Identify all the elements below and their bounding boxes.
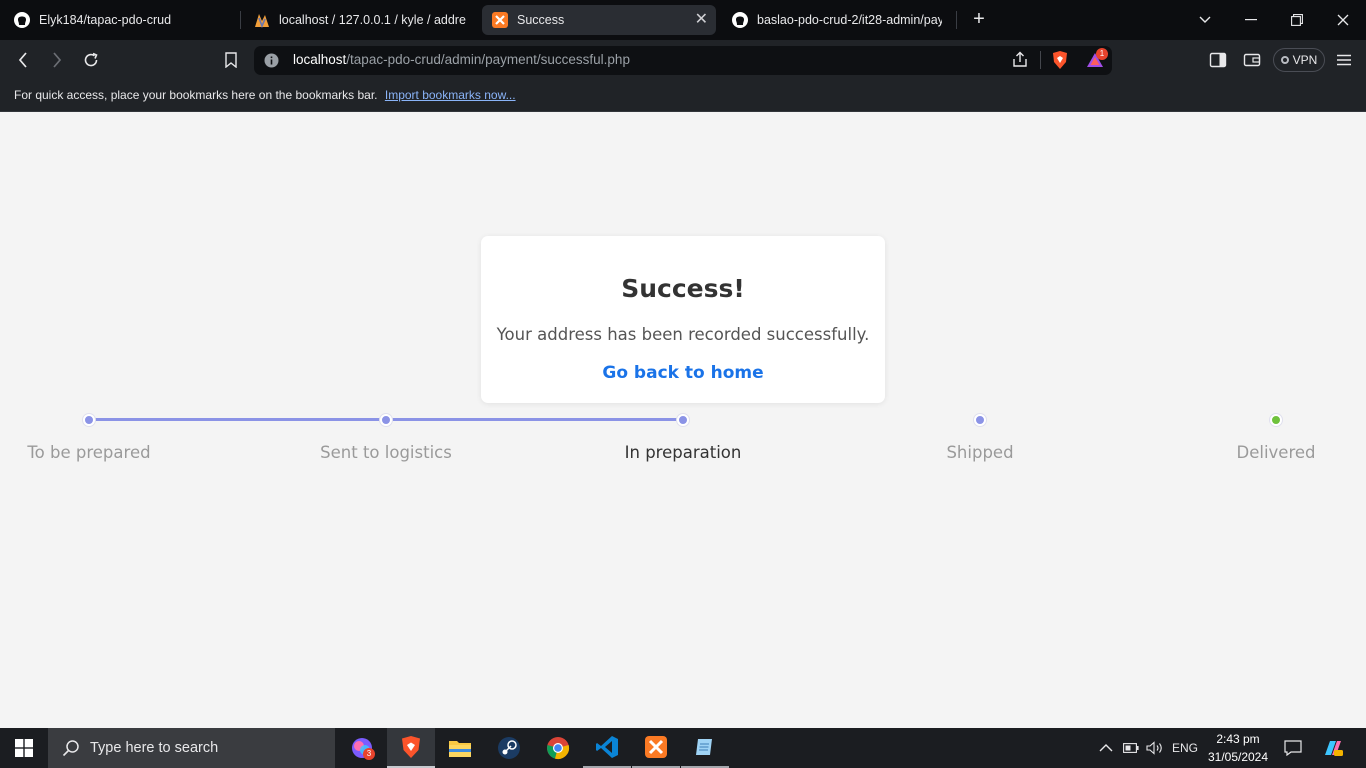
taskbar-search-box[interactable]: Type here to search xyxy=(48,728,335,768)
github-icon xyxy=(732,12,748,28)
notifications-button[interactable] xyxy=(1284,728,1302,768)
progress-connector xyxy=(89,418,386,421)
step-dot-delivered xyxy=(1270,414,1282,426)
taskbar-steam[interactable] xyxy=(485,728,533,768)
new-tab-button[interactable]: + xyxy=(968,8,990,30)
search-placeholder: Type here to search xyxy=(90,740,219,756)
step-label-delivered: Delivered xyxy=(1236,443,1316,462)
bookmark-icon[interactable] xyxy=(221,50,241,70)
close-tab-icon[interactable]: ✕ xyxy=(695,11,708,29)
show-hidden-icons[interactable] xyxy=(1099,728,1113,768)
xampp-icon xyxy=(492,12,508,28)
taskbar-xampp[interactable] xyxy=(632,728,680,768)
taskbar-file-explorer[interactable] xyxy=(436,728,484,768)
tab-github-baslao[interactable]: baslao-pdo-crud-2/it28-admin/pay_ xyxy=(722,5,952,35)
back-button[interactable] xyxy=(13,50,33,70)
step-label-shipped: Shipped xyxy=(946,443,1014,462)
brave-shields-icon[interactable] xyxy=(1051,50,1069,70)
step-label-sent-to-logistics: Sent to logistics xyxy=(320,443,452,462)
chevron-up-icon xyxy=(1099,744,1113,752)
step-dot-in-preparation xyxy=(677,414,689,426)
sidebar-toggle-icon[interactable] xyxy=(1209,51,1227,69)
tab-github-repo[interactable]: Elyk184/tapac-pdo-crud xyxy=(4,5,236,35)
tab-success[interactable]: Success ✕ xyxy=(482,5,716,35)
url-path: /tapac-pdo-crud/admin/payment/successful… xyxy=(346,52,630,67)
start-button[interactable] xyxy=(0,728,48,768)
success-message: Your address has been recorded successfu… xyxy=(496,325,870,344)
copilot-badge: 3 xyxy=(363,748,375,760)
tab-separator xyxy=(240,11,241,29)
system-clock[interactable]: 2:43 pm 31/05/2024 xyxy=(1200,730,1276,766)
page-content: Success! Your address has been recorded … xyxy=(0,113,1366,728)
battery-tray[interactable] xyxy=(1123,728,1139,768)
tab-title: Elyk184/tapac-pdo-crud xyxy=(39,13,172,27)
tab-title: localhost / 127.0.0.1 / kyle / addresse xyxy=(279,13,466,27)
taskbar-notepad[interactable] xyxy=(681,728,729,768)
order-progress-tracker: To be prepared Sent to logistics In prep… xyxy=(0,409,1366,469)
volume-tray[interactable] xyxy=(1146,728,1164,768)
step-dot-sent-to-logistics xyxy=(380,414,392,426)
step-label-to-be-prepared: To be prepared xyxy=(27,443,151,462)
steam-icon xyxy=(498,737,520,759)
copilot-preview-icon xyxy=(1325,741,1343,756)
tab-phpmyadmin[interactable]: localhost / 127.0.0.1 / kyle / addresse xyxy=(244,5,476,35)
tab-strip: Elyk184/tapac-pdo-crud localhost / 127.0… xyxy=(0,0,1366,40)
vpn-button[interactable]: VPN xyxy=(1273,48,1325,72)
clock-date: 31/05/2024 xyxy=(1207,750,1269,764)
chrome-icon xyxy=(547,737,570,760)
battery-icon xyxy=(1123,743,1139,753)
url-text[interactable]: localhost/tapac-pdo-crud/admin/payment/s… xyxy=(293,52,630,67)
success-title: Success! xyxy=(621,274,745,303)
bookmarks-hint: For quick access, place your bookmarks h… xyxy=(14,88,378,102)
omnibox-divider xyxy=(1040,51,1041,69)
speaker-icon xyxy=(1146,741,1162,755)
taskbar-brave[interactable] xyxy=(387,728,435,768)
search-icon xyxy=(62,740,79,757)
tab-search-chevron-icon[interactable] xyxy=(1195,10,1215,30)
step-dot-shipped xyxy=(974,414,986,426)
share-icon[interactable] xyxy=(1011,51,1029,69)
notepad-icon xyxy=(696,739,712,755)
go-home-link[interactable]: Go back to home xyxy=(481,363,885,383)
tab-title: Success xyxy=(517,13,565,27)
forward-button[interactable] xyxy=(47,50,67,70)
step-label-in-preparation: In preparation xyxy=(624,443,742,462)
reload-button[interactable] xyxy=(81,50,101,70)
taskbar-vscode[interactable] xyxy=(583,728,631,768)
wallet-icon[interactable] xyxy=(1243,51,1261,69)
xampp-icon xyxy=(645,736,667,758)
success-card: Success! Your address has been recorded … xyxy=(481,236,885,403)
tab-separator xyxy=(956,11,957,29)
vpn-label: VPN xyxy=(1292,53,1318,67)
copilot-tray[interactable] xyxy=(1322,728,1344,768)
rewards-badge: 1 xyxy=(1096,48,1108,60)
vpn-status-icon xyxy=(1280,56,1289,64)
windows-logo-icon xyxy=(15,739,33,757)
url-host: localhost xyxy=(293,52,347,67)
notification-icon xyxy=(1284,740,1302,756)
step-dot-to-be-prepared xyxy=(83,414,95,426)
brave-icon xyxy=(402,736,420,758)
bookmarks-bar: For quick access, place your bookmarks h… xyxy=(0,80,1366,112)
clock-time: 2:43 pm xyxy=(1216,732,1260,746)
import-bookmarks-link[interactable]: Import bookmarks now... xyxy=(385,88,516,102)
tab-title: baslao-pdo-crud-2/it28-admin/pay_ xyxy=(757,13,942,27)
taskbar-chrome[interactable] xyxy=(534,728,582,768)
close-window-button[interactable] xyxy=(1333,10,1353,30)
github-icon xyxy=(14,12,30,28)
file-explorer-icon xyxy=(449,741,471,757)
vscode-icon xyxy=(596,736,618,758)
menu-icon[interactable] xyxy=(1336,52,1352,68)
phpmyadmin-icon xyxy=(254,12,270,28)
language-indicator[interactable]: ENG xyxy=(1172,728,1198,768)
taskbar-copilot[interactable]: 3 xyxy=(338,728,386,768)
windows-taskbar: Type here to search 3 ENG 2:43 pm 31/05/… xyxy=(0,728,1366,768)
site-info-icon[interactable] xyxy=(264,53,279,68)
minimize-button[interactable] xyxy=(1241,10,1261,30)
progress-connector xyxy=(386,418,683,421)
restore-button[interactable] xyxy=(1287,10,1307,30)
